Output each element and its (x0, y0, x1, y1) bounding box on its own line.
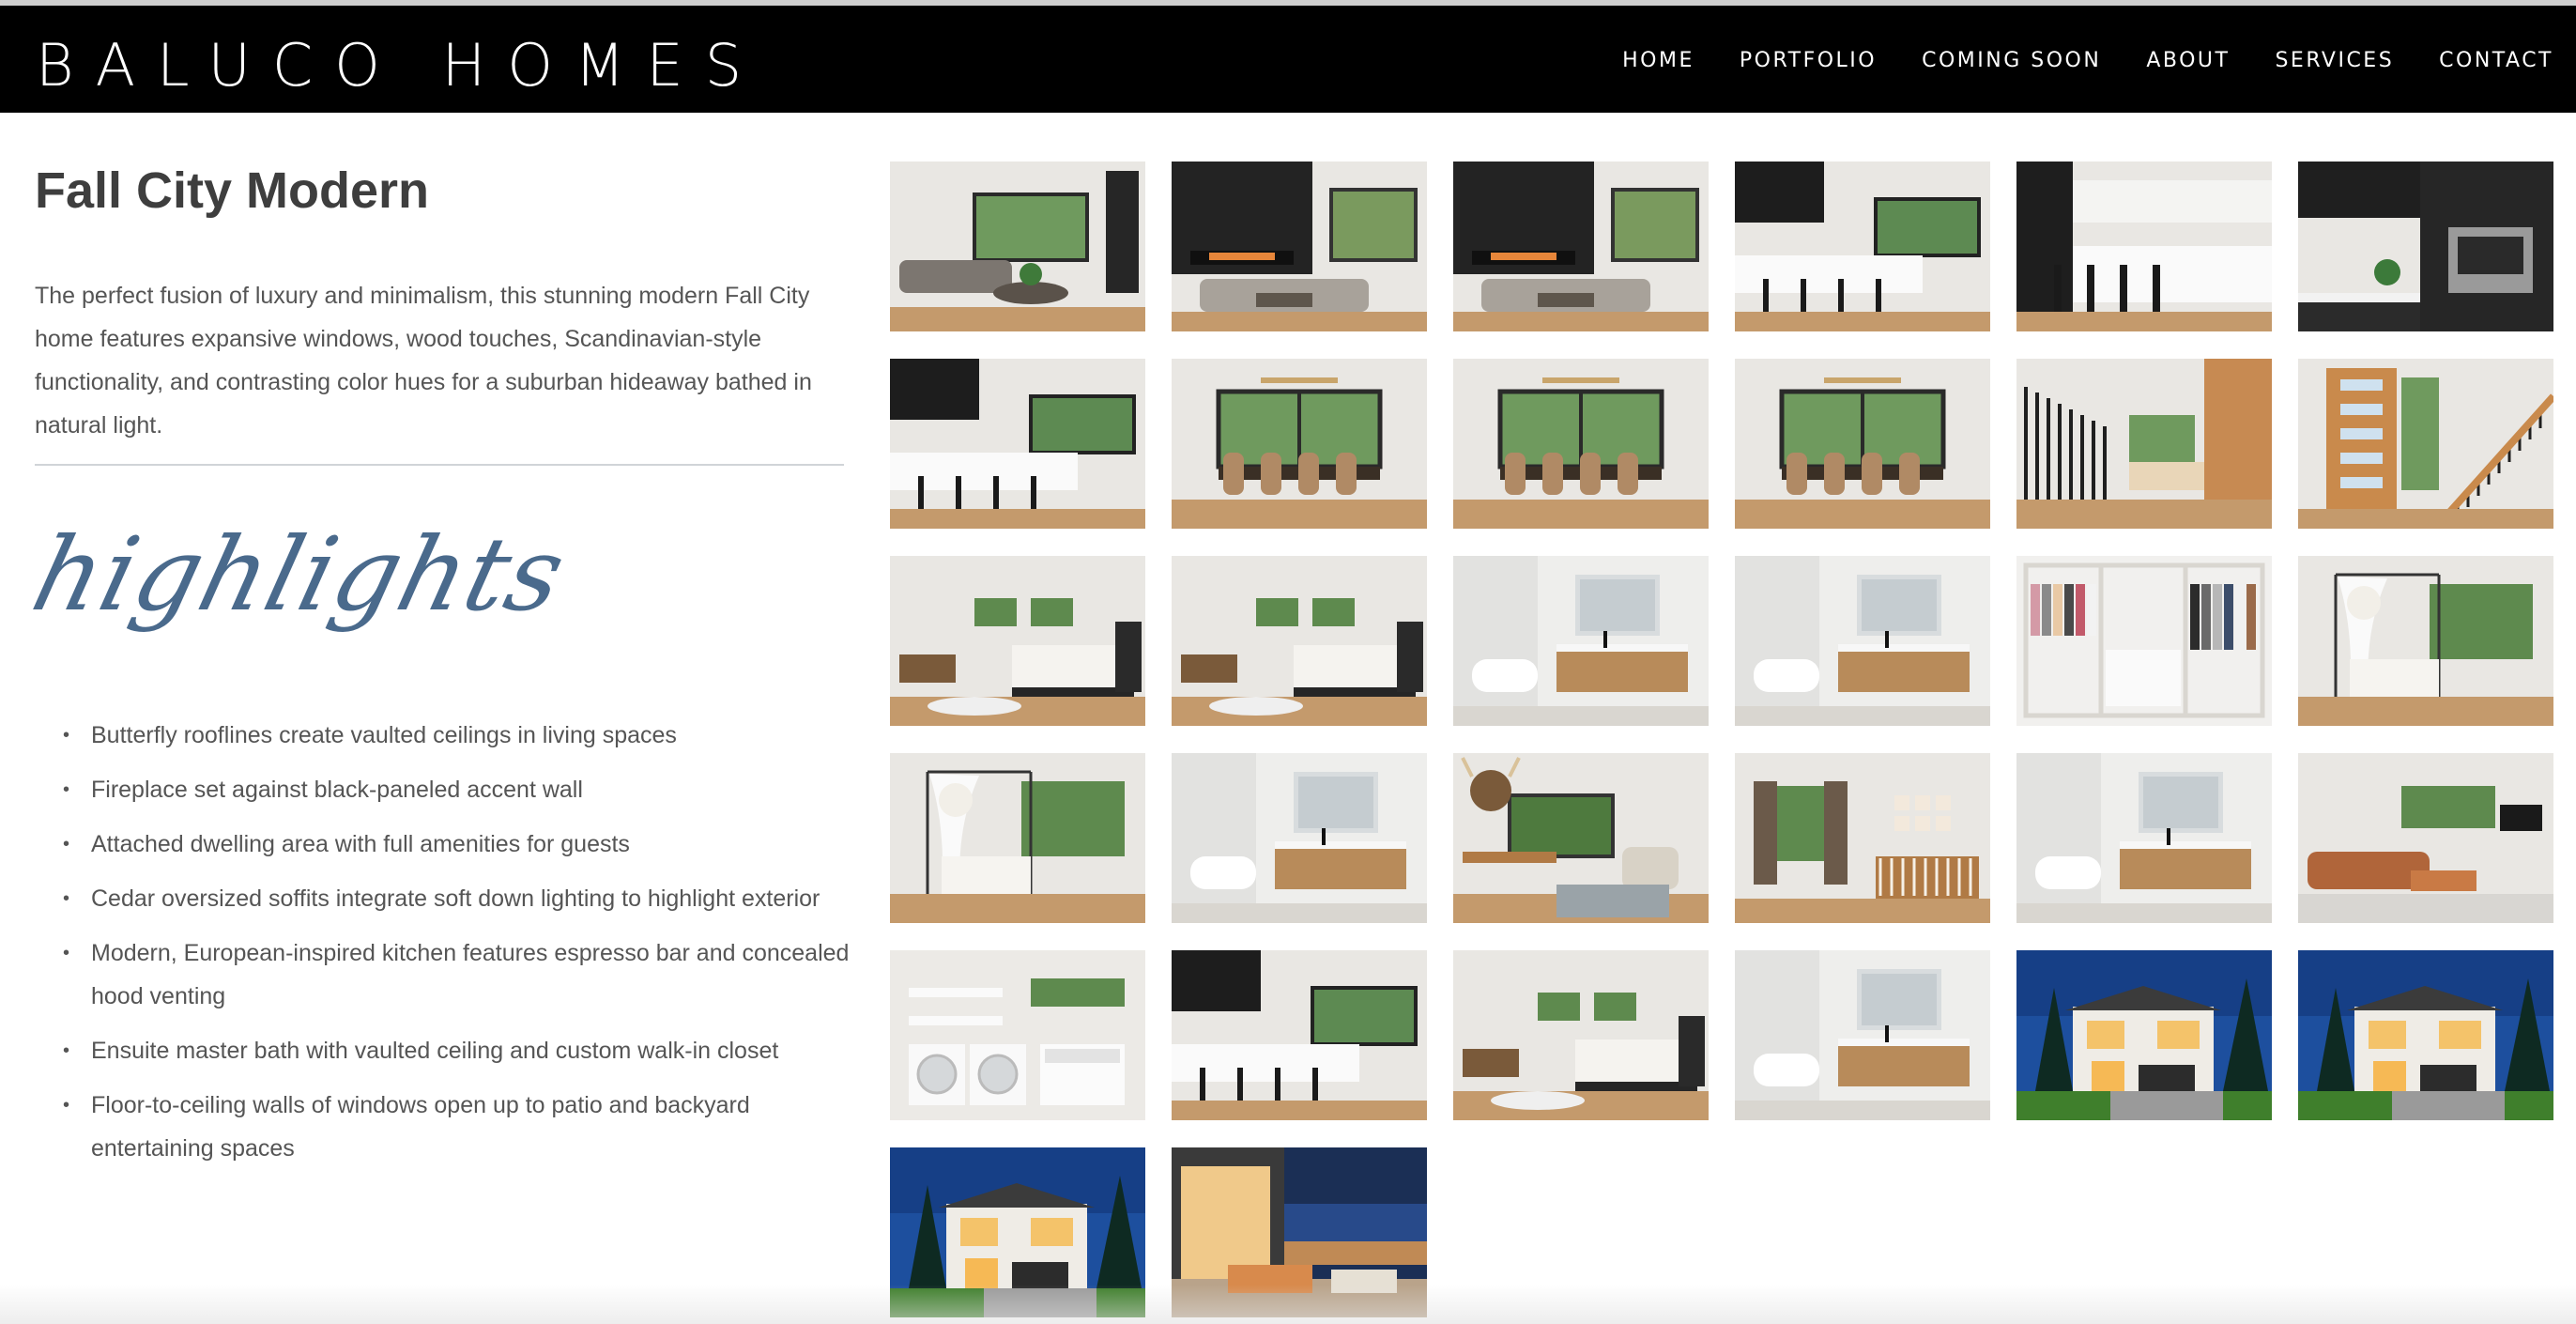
guest-suite-bath-photo[interactable] (1735, 950, 1990, 1120)
laundry-room-photo[interactable] (890, 950, 1145, 1120)
living-room-fireplace-photo[interactable] (1172, 162, 1427, 331)
highlight-item: Butterfly rooflines create vaulted ceili… (63, 714, 870, 757)
nursery-photo[interactable] (1735, 753, 1990, 923)
exterior-front-lawn-photo[interactable] (2298, 950, 2553, 1120)
kitchen-black-cabinets-photo[interactable] (2016, 162, 2272, 331)
bonus-room-photo[interactable] (2298, 753, 2553, 923)
walk-in-closet-photo[interactable] (2016, 556, 2272, 726)
canopy-bedroom-photo[interactable] (2298, 556, 2553, 726)
site-logo[interactable]: BALUCO HOMES (36, 28, 763, 103)
highlights-heading: highlights (22, 516, 576, 634)
staircase-photo[interactable] (2016, 359, 2272, 529)
photo-gallery (890, 162, 2553, 1317)
espresso-bar-photo[interactable] (2298, 162, 2553, 331)
highlight-item: Floor-to-ceiling walls of windows open u… (63, 1084, 870, 1170)
living-room-black-wall-photo[interactable] (1453, 162, 1709, 331)
master-bath-shower-photo[interactable] (1735, 556, 1990, 726)
guest-bath-photo[interactable] (2016, 753, 2272, 923)
covered-patio-photo[interactable] (1172, 1147, 1427, 1317)
guest-bedroom-photo[interactable] (1453, 950, 1709, 1120)
nav-home[interactable]: HOME (1622, 47, 1694, 75)
kitchen-dining-view-photo[interactable] (890, 359, 1145, 529)
living-room-photo[interactable] (890, 162, 1145, 331)
highlights-list: Butterfly rooflines create vaulted ceili… (63, 714, 870, 1181)
project-description: The perfect fusion of luxury and minimal… (35, 283, 812, 439)
page-title: Fall City Modern (35, 162, 430, 219)
section-divider (35, 464, 844, 466)
guest-suite-kitchen-photo[interactable] (1172, 950, 1427, 1120)
master-bedroom-headboard-photo[interactable] (1172, 556, 1427, 726)
exterior-backyard-photo[interactable] (890, 1147, 1145, 1317)
highlight-item: Modern, European-inspired kitchen featur… (63, 931, 870, 1018)
highlight-item: Fireplace set against black-paneled acce… (63, 768, 870, 811)
master-bath-tub-photo[interactable] (1453, 556, 1709, 726)
exterior-front-dusk-photo[interactable] (2016, 950, 2272, 1120)
dining-room-windows-photo[interactable] (1453, 359, 1709, 529)
entry-door-photo[interactable] (2298, 359, 2553, 529)
office-photo[interactable] (1453, 753, 1709, 923)
nav-contact[interactable]: CONTACT (2439, 47, 2553, 75)
main-nav: HOME PORTFOLIO COMING SOON ABOUT SERVICE… (1622, 47, 2553, 75)
kitchen-island-photo[interactable] (1735, 162, 1990, 331)
nav-services[interactable]: SERVICES (2275, 47, 2394, 75)
powder-room-photo[interactable] (1172, 753, 1427, 923)
highlight-item: Cedar oversized soffits integrate soft d… (63, 877, 870, 920)
nav-coming-soon[interactable]: COMING SOON (1922, 47, 2101, 75)
highlight-item: Ensuite master bath with vaulted ceiling… (63, 1029, 870, 1072)
site-header: BALUCO HOMES HOME PORTFOLIO COMING SOON … (0, 6, 2576, 113)
nav-portfolio[interactable]: PORTFOLIO (1740, 47, 1877, 75)
nav-about[interactable]: ABOUT (2146, 47, 2230, 75)
canopy-bed-photo[interactable] (890, 753, 1145, 923)
master-bedroom-photo[interactable] (890, 556, 1145, 726)
dining-chandelier-photo[interactable] (1735, 359, 1990, 529)
highlight-item: Attached dwelling area with full ameniti… (63, 823, 870, 866)
dining-table-photo[interactable] (1172, 359, 1427, 529)
